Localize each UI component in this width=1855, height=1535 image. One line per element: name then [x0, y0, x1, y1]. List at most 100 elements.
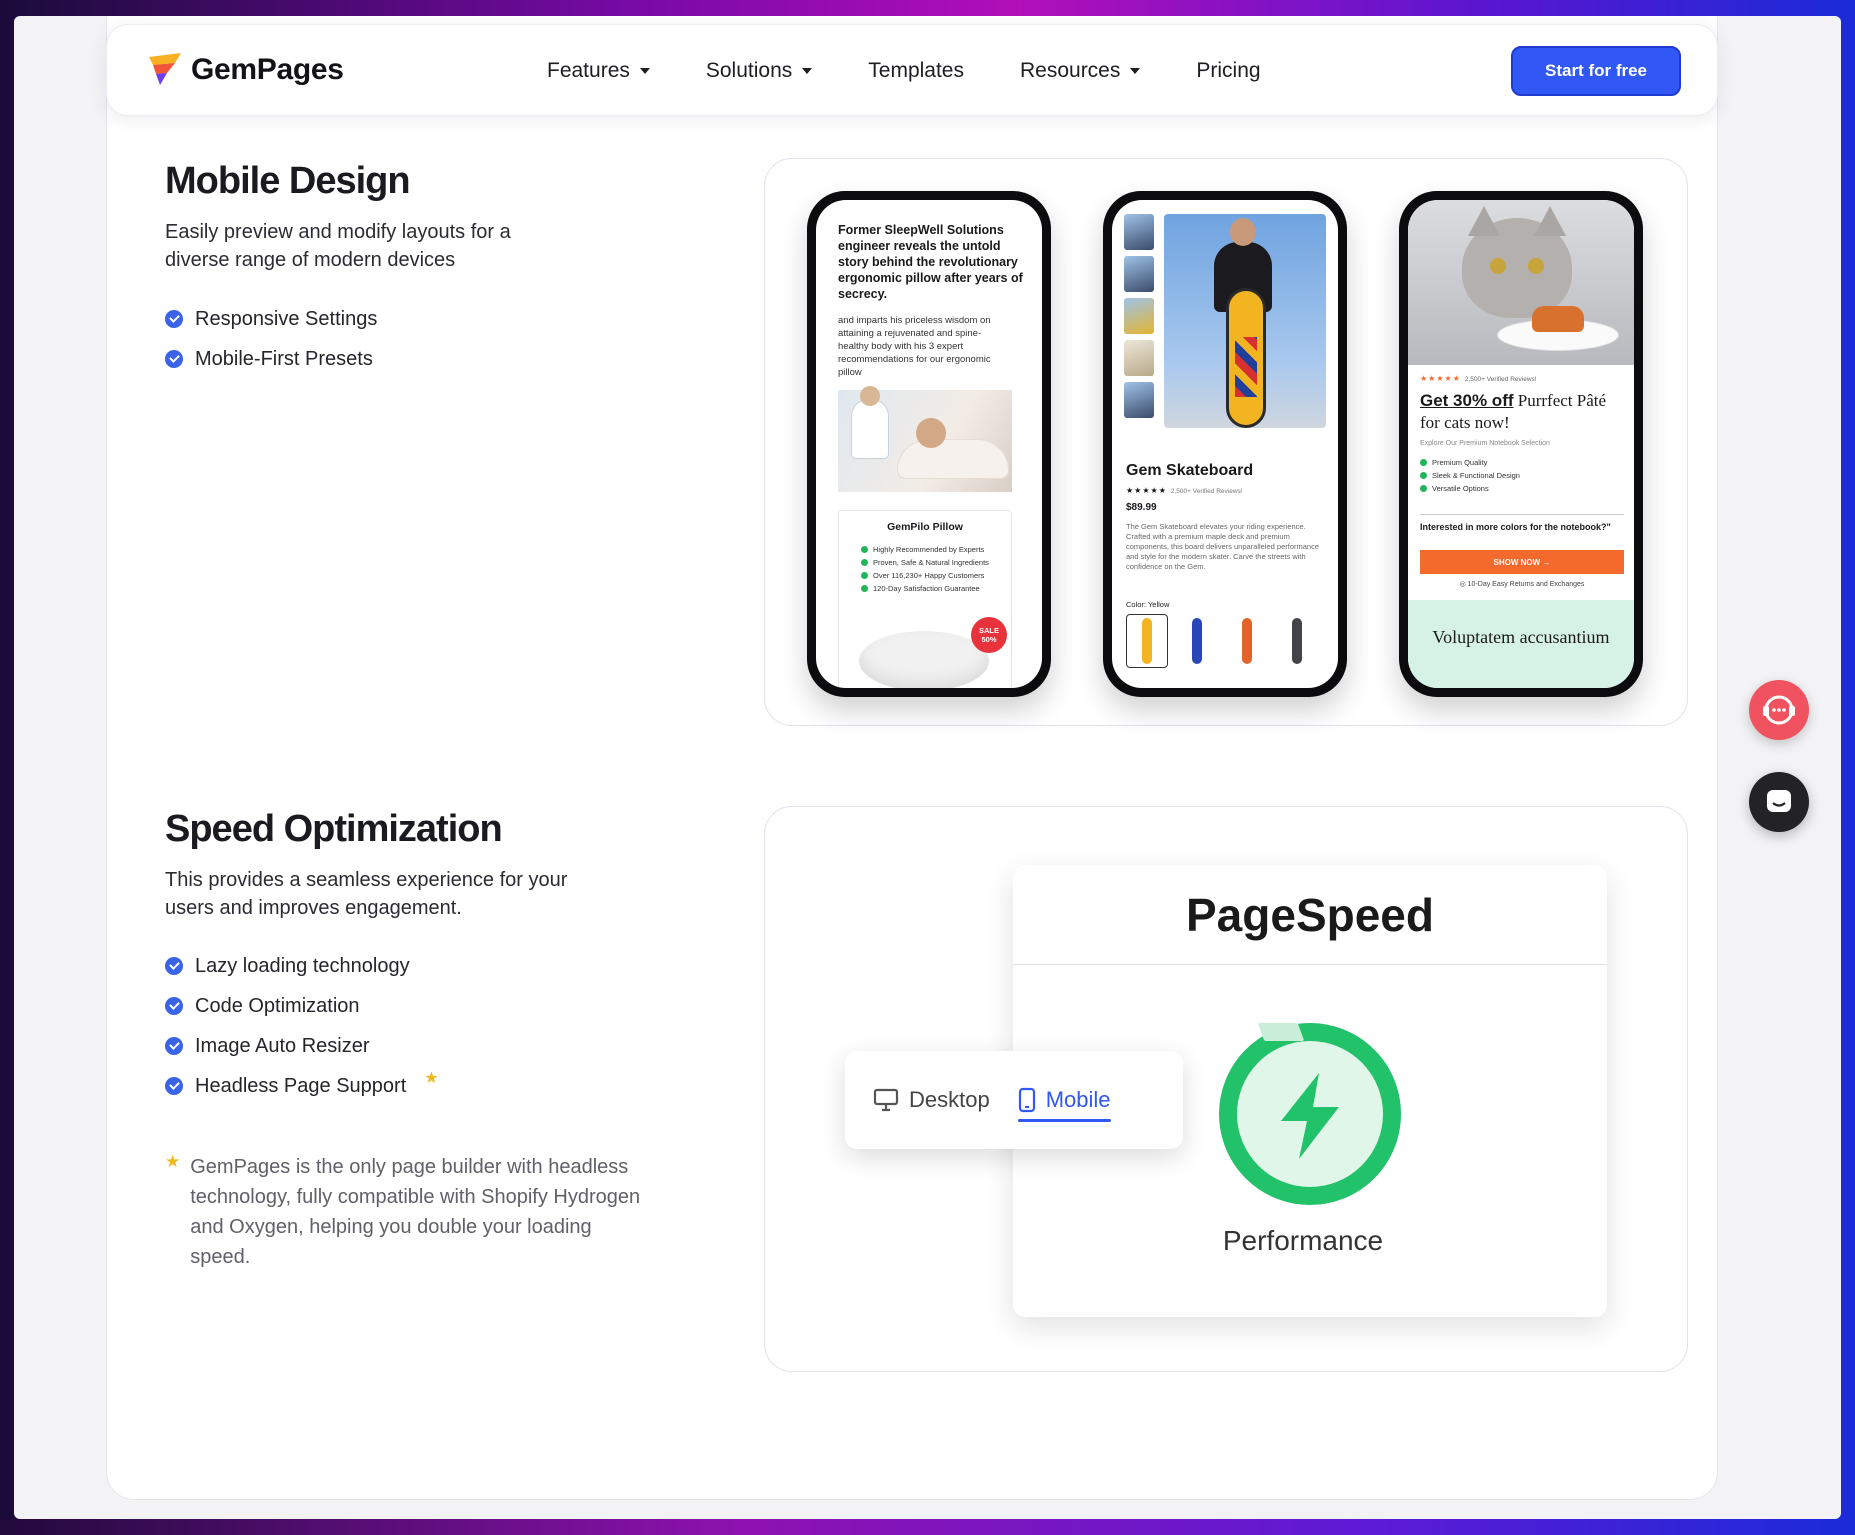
color-swatches	[1126, 614, 1318, 668]
check-circle-icon	[165, 1077, 183, 1095]
menu-item-features[interactable]: Features	[547, 59, 650, 83]
skater-photo	[1164, 214, 1326, 428]
menu-label: Templates	[868, 59, 964, 82]
check-dot-icon	[1420, 472, 1427, 479]
thumbnail	[1124, 382, 1154, 418]
review-count: 2,500+ Verified Reviews!	[1170, 488, 1243, 495]
check-circle-icon	[165, 997, 183, 1015]
rating-stars: ★★★★★ 2,500+ Verified Reviews!	[1126, 486, 1243, 495]
check-dot-icon	[861, 546, 868, 553]
swatch-black[interactable]	[1276, 614, 1318, 668]
caret-down-icon	[639, 68, 650, 74]
headless-footnote: ★ GemPages is the only page builder with…	[165, 1152, 645, 1272]
doctor-figure	[852, 386, 888, 458]
headset-chat-icon	[1763, 695, 1795, 725]
list-item-label: Headless Page Support	[195, 1074, 407, 1097]
list-item-label: Lazy loading technology	[195, 954, 410, 977]
board-swatch	[1242, 618, 1252, 664]
list-item: Headless Page Support ★	[165, 1066, 439, 1106]
feature-list: Responsive Settings Mobile-First Presets	[165, 299, 377, 379]
menu-item-resources[interactable]: Resources	[1019, 59, 1141, 83]
check-dot-icon	[1420, 459, 1427, 466]
skateboard-figure	[1226, 288, 1266, 428]
section-title-speed-optimization: Speed Optimization	[165, 808, 503, 850]
list-item: Sleek & Functional Design	[1420, 469, 1520, 482]
promo-subtitle: Explore Our Premium Notebook Selection	[1420, 440, 1550, 447]
phone-mockup-pillow: Former SleepWell Solutions engineer reve…	[807, 191, 1051, 697]
bottom-gradient-bar	[0, 1519, 1855, 1535]
check-circle-icon	[165, 957, 183, 975]
check-circle-icon	[165, 310, 183, 328]
returns-note: ◎ 10-Day Easy Returns and Exchanges	[1459, 581, 1585, 588]
feature-text: 120-Day Satisfaction Guarantee	[873, 584, 980, 593]
sleeping-woman-figure	[898, 418, 1008, 478]
list-item: Versatile Options	[1420, 482, 1520, 495]
list-item-label: Image Auto Resizer	[195, 1034, 370, 1057]
lightning-bolt-icon	[1281, 1073, 1339, 1159]
phone-mockup-cat-food: ★★★★★ 2,500+ Verified Reviews! Get 30% of…	[1399, 191, 1643, 697]
star-glyphs: ★★★★★	[1126, 486, 1167, 495]
advertorial-body: and imparts his priceless wisdom on atta…	[838, 315, 991, 378]
messenger-button[interactable]	[1749, 772, 1809, 832]
desktop-icon	[873, 1088, 899, 1112]
section-description: This provides a seamless experience for …	[165, 869, 568, 919]
section-description: Easily preview and modify layouts for a …	[165, 221, 511, 271]
board-swatch	[1292, 618, 1302, 664]
main-menu: Features Solutions Templates Resources P…	[547, 25, 1261, 117]
phone-mockup-skateboard: Gem Skateboard ★★★★★ 2,500+ Verified Revi…	[1103, 191, 1347, 697]
brand-logo[interactable]: GemPages	[147, 51, 344, 89]
tab-mobile[interactable]: Mobile	[1017, 1070, 1111, 1130]
tab-label: Desktop	[909, 1087, 990, 1112]
pagespeed-card: PageSpeed Performance Desktop Mobile	[764, 806, 1688, 1372]
product-description: The Gem Skateboard elevates your riding …	[1126, 522, 1320, 571]
thumbnail-strip	[1124, 214, 1154, 418]
board-swatch	[1192, 618, 1202, 664]
list-item: Proven, Safe & Natural Ingredients	[861, 556, 1011, 569]
cat-eye	[1490, 258, 1506, 274]
list-item: Highly Recommended by Experts	[861, 543, 1011, 556]
caret-down-icon	[1130, 68, 1141, 74]
advertorial-headline: Former SleepWell Solutions engineer reve…	[838, 223, 1023, 301]
cat-photo	[1408, 200, 1634, 365]
menu-item-templates[interactable]: Templates	[868, 59, 964, 83]
start-for-free-button[interactable]: Start for free	[1511, 46, 1681, 96]
list-item-label: Responsive Settings	[195, 307, 378, 330]
menu-label: Resources	[1019, 59, 1121, 82]
page-viewport: GemPages Features Solutions Templates Re…	[14, 16, 1841, 1519]
swatch-orange[interactable]	[1226, 614, 1268, 668]
performance-ring	[1219, 1023, 1401, 1205]
phone-screen: Gem Skateboard ★★★★★ 2,500+ Verified Revi…	[1112, 200, 1338, 688]
shop-now-button[interactable]: SHOW NOW →	[1420, 550, 1624, 574]
footer-banner: Voluptatem accusantium	[1408, 600, 1634, 688]
check-dot-icon	[861, 585, 868, 592]
promo-title-bold: Get 30% off	[1420, 391, 1514, 410]
thumbnail	[1124, 298, 1154, 334]
feature-text: Highly Recommended by Experts	[873, 545, 985, 554]
rating-stars: ★★★★★ 2,500+ Verified Reviews!	[1420, 374, 1537, 383]
thumbnail	[1124, 340, 1154, 376]
product-price: $89.99	[1126, 502, 1157, 513]
food-plate	[1498, 306, 1618, 350]
menu-item-pricing[interactable]: Pricing	[1196, 59, 1260, 83]
device-toggle: Desktop Mobile	[845, 1051, 1183, 1149]
review-count: 2,500+ Verified Reviews!	[1464, 376, 1537, 383]
brand-name: GemPages	[191, 53, 344, 86]
top-navigation: GemPages Features Solutions Templates Re…	[106, 24, 1718, 116]
tab-desktop[interactable]: Desktop	[873, 1070, 990, 1130]
menu-label: Solutions	[705, 59, 793, 82]
support-chat-button[interactable]	[1749, 680, 1809, 740]
star-glyphs: ★★★★★	[1420, 374, 1461, 383]
feature-text: Premium Quality	[1432, 458, 1488, 467]
menu-label: Pricing	[1196, 59, 1261, 82]
check-circle-icon	[165, 350, 183, 368]
list-item-label: Code Optimization	[195, 994, 360, 1017]
returns-text: 10-Day Easy Returns and Exchanges	[1467, 581, 1585, 588]
feature-list: Lazy loading technology Code Optimizatio…	[165, 946, 439, 1106]
gempages-logo-icon	[149, 53, 181, 85]
thumbnail	[1124, 256, 1154, 292]
mobile-phone-icon	[1018, 1087, 1035, 1113]
list-item: 120-Day Satisfaction Guarantee	[861, 582, 1011, 595]
swatch-yellow[interactable]	[1126, 614, 1168, 668]
swatch-blue[interactable]	[1176, 614, 1218, 668]
menu-item-solutions[interactable]: Solutions	[705, 59, 813, 83]
